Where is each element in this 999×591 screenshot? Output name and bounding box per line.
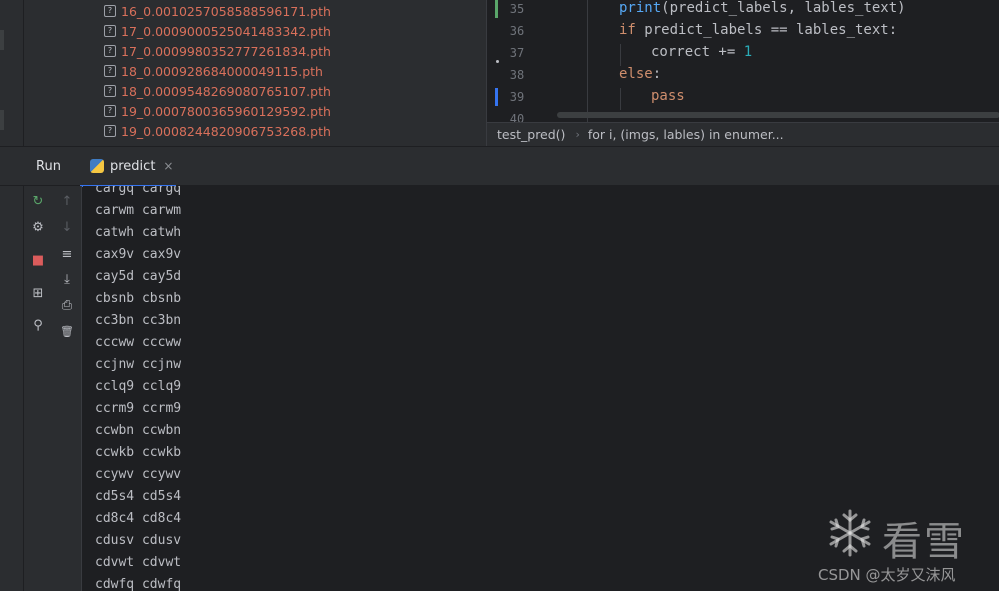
down-arrow-icon[interactable]: ↓ — [58, 218, 76, 236]
strip-marker — [0, 30, 4, 50]
file-item[interactable]: ? 19_0.0007800365960129592.pth — [104, 101, 331, 121]
breadcrumb: test_pred() › for i, (imgs, lables) in e… — [486, 122, 999, 146]
line-number: 37 — [509, 46, 525, 60]
soft-wrap-icon[interactable]: ≡ — [58, 245, 76, 263]
line-number: 40 — [509, 112, 525, 122]
unknown-file-icon: ? — [104, 125, 116, 137]
code-line-37: correct += 1 — [651, 41, 752, 63]
python-icon — [90, 159, 104, 173]
unknown-file-icon: ? — [104, 45, 116, 57]
console-line: cax9v cax9v — [95, 247, 182, 262]
file-item[interactable]: ? 18_0.000928684000049115.pth — [104, 61, 323, 81]
line-number: 35 — [509, 2, 525, 16]
file-name: 17_0.0009980352777261834.pth — [121, 43, 331, 59]
console-output[interactable]: cargq cargq carwm carwm catwh catwh cax9… — [83, 186, 999, 591]
unknown-file-icon: ? — [104, 105, 116, 117]
console-line: cbsnb cbsnb — [95, 291, 182, 306]
line-number: 39 — [509, 90, 525, 104]
left-tool-strip — [0, 0, 24, 146]
trash-icon[interactable]: 🗑 — [58, 322, 76, 340]
console-line: cc3bn cc3bn — [95, 313, 182, 328]
console-line: cdvwt cdvwt — [95, 555, 182, 570]
file-item[interactable]: ? 16_0.0010257058588596171.pth — [104, 1, 331, 21]
pin-icon[interactable]: ⚲ — [29, 316, 47, 334]
settings-icon[interactable]: ⚙ — [29, 218, 47, 236]
code-line-39: pass — [651, 85, 685, 107]
unknown-file-icon: ? — [104, 85, 116, 97]
console-line: cdusv cdusv — [95, 533, 182, 548]
code-token: pass — [651, 88, 685, 104]
file-name: 19_0.0008244820906753268.pth — [121, 123, 331, 139]
breadcrumb-loop[interactable]: for i, (imgs, lables) in enumer... — [588, 127, 784, 142]
line-gutter: 35 36 37 38 39 40 — [487, 0, 551, 122]
console-line: ccwkb ccwkb — [95, 445, 182, 460]
code-token: else — [619, 66, 653, 82]
file-item[interactable]: ? 19_0.0008244820906753268.pth — [104, 121, 331, 141]
console-line: ccwbn ccwbn — [95, 423, 182, 438]
code-token: (predict_labels, lables_text) — [661, 0, 906, 16]
console-line: cargq cargq — [95, 186, 182, 196]
vcs-dot-marker — [496, 60, 499, 63]
stop-icon[interactable]: ■ — [29, 251, 47, 269]
file-name: 17_0.0009000525041483342.pth — [121, 23, 331, 39]
code-line-36: if predict_labels == lables_text: — [619, 19, 897, 41]
console-line: cccww cccww — [95, 335, 182, 350]
console-line: cdwfq cdwfq — [95, 577, 182, 591]
code-token: if — [619, 22, 636, 38]
code-line-38: else: — [619, 63, 661, 85]
console-line: cd8c4 cd8c4 — [95, 511, 182, 526]
close-icon[interactable]: × — [163, 159, 173, 173]
code-token: : — [652, 66, 662, 82]
file-name: 18_0.0009548269080765107.pth — [121, 83, 331, 99]
file-item[interactable]: ? 17_0.0009980352777261834.pth — [104, 41, 331, 61]
file-item[interactable]: ? 17_0.0009000525041483342.pth — [104, 21, 331, 41]
strip-marker — [0, 110, 4, 130]
unknown-file-icon: ? — [104, 25, 116, 37]
line-number: 38 — [509, 68, 525, 82]
code-line-35: print (predict_labels, lables_text) — [619, 0, 906, 19]
console-line: ccywv ccywv — [95, 467, 182, 482]
line-number: 36 — [509, 24, 525, 38]
up-arrow-icon[interactable]: ↑ — [58, 192, 76, 210]
run-toolbar: ↻ ⚙ ■ ⊞ ⚲ ↑ ↓ ≡ ⤓ ⎙ 🗑 — [24, 186, 82, 591]
chevron-right-icon: › — [575, 128, 580, 141]
project-file-tree: ? 16_0.0010257058588596171.pth ? 17_0.0009… — [24, 0, 486, 146]
console-line: carwm carwm — [95, 203, 182, 218]
tab-predict[interactable]: predict × — [80, 147, 176, 187]
console-line: ccrm9 ccrm9 — [95, 401, 182, 416]
horizontal-scrollbar[interactable] — [557, 112, 999, 118]
run-window-header: Run predict × — [0, 146, 999, 187]
code-token: print — [619, 0, 662, 16]
code-token: correct += — [651, 44, 744, 60]
console-line: ccjnw ccjnw — [95, 357, 182, 372]
breadcrumb-function[interactable]: test_pred() — [497, 127, 565, 142]
run-window-title: Run — [36, 159, 61, 174]
indent-guide — [620, 88, 621, 110]
file-item[interactable]: ? 18_0.0009548269080765107.pth — [104, 81, 331, 101]
file-name: 16_0.0010257058588596171.pth — [121, 3, 331, 19]
console-line: cclq9 cclq9 — [95, 379, 182, 394]
scroll-to-end-icon[interactable]: ⤓ — [58, 270, 76, 288]
console-line: cay5d cay5d — [95, 269, 182, 284]
side-tool-strip — [0, 186, 24, 591]
print-icon[interactable]: ⎙ — [58, 296, 76, 314]
unknown-file-icon: ? — [104, 5, 116, 17]
file-name: 19_0.0007800365960129592.pth — [121, 103, 331, 119]
rerun-icon[interactable]: ↻ — [29, 192, 47, 210]
file-name: 18_0.000928684000049115.pth — [121, 63, 323, 79]
tab-label: predict — [110, 158, 156, 174]
code-token: predict_labels == lables_text: — [635, 22, 898, 38]
code-editor[interactable]: 35 36 37 38 39 40 print (predict_labels, … — [486, 0, 999, 122]
unknown-file-icon: ? — [104, 65, 116, 77]
console-line: cd5s4 cd5s4 — [95, 489, 182, 504]
top-region: ? 16_0.0010257058588596171.pth ? 17_0.0009… — [0, 0, 999, 146]
indent-guide — [587, 0, 588, 122]
console-line: catwh catwh — [95, 225, 182, 240]
code-token: 1 — [743, 44, 753, 60]
layout-icon[interactable]: ⊞ — [29, 284, 47, 302]
